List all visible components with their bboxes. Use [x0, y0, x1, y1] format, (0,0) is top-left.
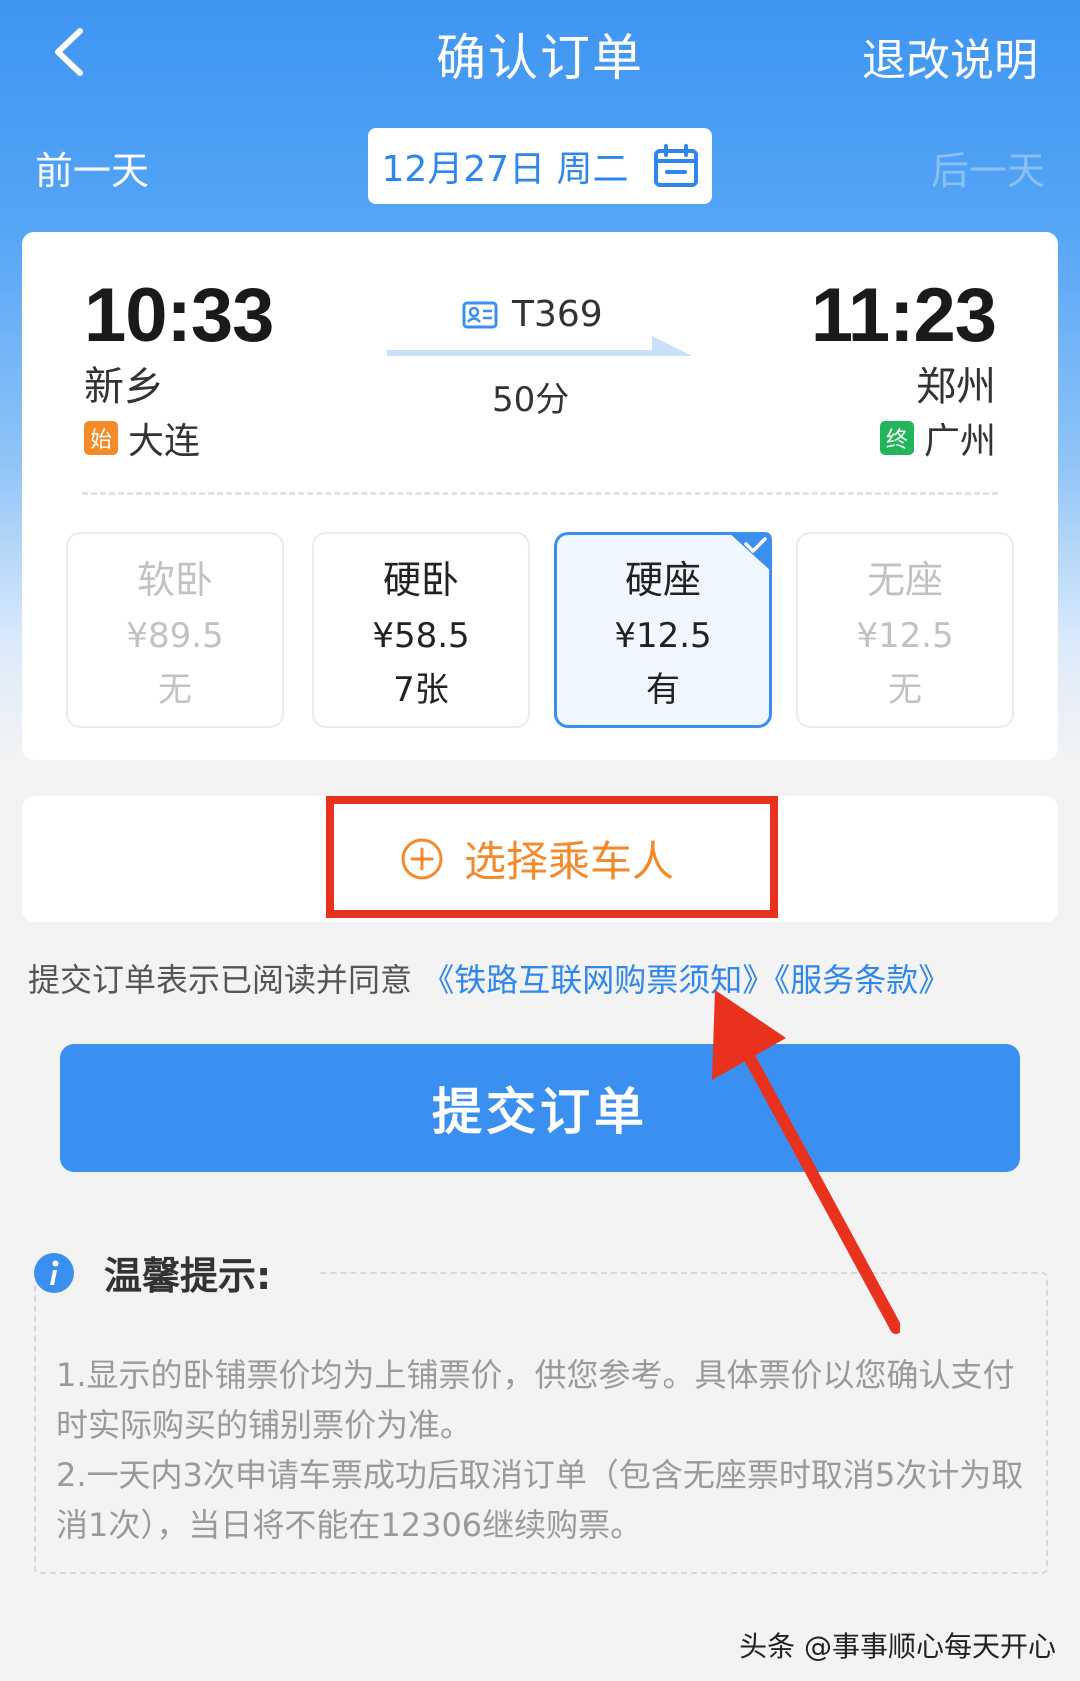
direction-arrow-icon [387, 336, 692, 356]
train-info-card: 10:33 新乡 始 大连 T369 50分 11:23 郑州 终 广州 软卧 … [22, 232, 1058, 760]
train-number[interactable]: T369 [462, 294, 603, 335]
terminal-station-name: 广州 [923, 421, 996, 462]
tip-item: 1.显示的卧铺票价均为上铺票价，供您参考。具体票价以您确认支付时实际购买的铺别票… [56, 1356, 1015, 1444]
seat-name: 无座 [866, 558, 943, 602]
date-label: 12月27日 周二 [381, 149, 629, 190]
date-selector[interactable]: 12月27日 周二 [368, 128, 712, 204]
seat-availability: 有 [646, 670, 680, 710]
terminal-tag: 终 [879, 421, 914, 455]
seat-price: ¥89.5 [126, 616, 224, 656]
prev-day-button[interactable]: 前一天 [35, 140, 149, 195]
origin-station: 始 大连 [84, 412, 200, 464]
origin-tag: 始 [84, 421, 118, 455]
seat-availability: 无 [158, 670, 192, 710]
seat-option-hard-sleeper[interactable]: 硬卧 ¥58.5 7张 [312, 532, 530, 728]
train-number-label: T369 [512, 294, 603, 335]
seat-availability: 无 [888, 670, 922, 710]
check-icon [728, 532, 772, 572]
annotation-arrow-icon [712, 990, 900, 1334]
divider [82, 492, 998, 495]
agreement-prefix: 提交订单表示已阅读并同意 [28, 961, 413, 999]
calendar-icon [653, 144, 698, 187]
seat-option-soft-sleeper[interactable]: 软卧 ¥89.5 无 [66, 532, 284, 728]
id-card-icon [462, 301, 498, 328]
seat-price: ¥12.5 [614, 616, 712, 656]
select-passenger-label: 选择乘车人 [464, 837, 675, 886]
seat-option-no-seat[interactable]: 无座 ¥12.5 无 [796, 532, 1014, 728]
refund-rules-link[interactable]: 退改说明 [862, 24, 1038, 88]
seat-name: 硬卧 [382, 558, 459, 602]
tip-item: 2.一天内3次申请车票成功后取消订单（包含无座票时取消5次计为取消1次），当日将… [56, 1456, 1024, 1544]
tips-header: 温馨提示: [32, 1245, 271, 1300]
watermark: 头条 @事事顺心每天开心 [739, 1630, 1056, 1663]
tips-title: 温馨提示: [104, 1254, 272, 1298]
agreement-text: 提交订单表示已阅读并同意 《铁路互联网购票须知》《服务条款》 [28, 955, 1058, 1001]
info-icon [34, 1252, 74, 1293]
seat-availability: 7张 [393, 670, 449, 710]
select-passenger-button[interactable]: 选择乘车人 [400, 828, 674, 889]
trip-duration: 50分 [492, 380, 570, 420]
origin-station-name: 大连 [128, 421, 201, 462]
arrival-station: 郑州 [916, 364, 996, 410]
seat-name: 软卧 [136, 558, 213, 602]
terminal-station: 终 广州 [879, 412, 996, 464]
next-day-button: 后一天 [930, 149, 1045, 193]
tips-content: 1.显示的卧铺票价均为上铺票价，供您参考。具体票价以您确认支付时实际购买的铺别票… [56, 1350, 1031, 1550]
seat-name: 硬座 [624, 558, 701, 602]
seat-price: ¥58.5 [372, 616, 470, 656]
arrival-time: 11:23 [810, 273, 997, 358]
plus-circle-icon [401, 838, 443, 879]
seat-option-hard-seat[interactable]: 硬座 ¥12.5 有 [554, 532, 772, 728]
seat-price: ¥12.5 [856, 616, 954, 656]
departure-station: 新乡 [84, 364, 164, 410]
departure-time: 10:33 [84, 273, 274, 358]
